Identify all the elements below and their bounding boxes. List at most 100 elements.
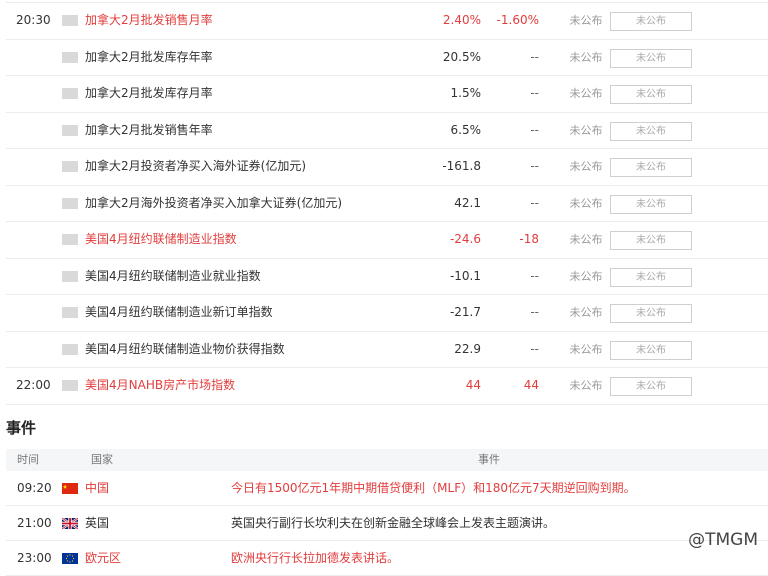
indicator-row[interactable]: 加拿大2月投资者净买入海外证券(亿加元) -161.8 -- 未公布 未公布 (6, 149, 768, 186)
indicator-name[interactable]: 美国4月纽约联储制造业物价获得指数 (85, 332, 285, 368)
indicator-row[interactable]: 加拿大2月批发库存年率 20.5% -- 未公布 未公布 (6, 40, 768, 76)
uk-flag-icon (62, 518, 78, 529)
indicator-row[interactable]: 20:30 加拿大2月批发销售月率 2.40% -1.60% 未公布 未公布 (6, 2, 768, 40)
release-time (16, 40, 56, 76)
indicator-previous: -18 (519, 232, 539, 246)
indicator-name[interactable]: 美国4月NAHB房产市场指数 (85, 368, 235, 404)
publish-status: 未公布 (569, 87, 603, 100)
event-description[interactable]: 今日有1500亿元1年期中期借贷便利（MLF）和180亿元7天期逆回购到期。 (231, 471, 636, 505)
indicator-row[interactable]: 加拿大2月批发库存月率 1.5% -- 未公布 未公布 (6, 76, 768, 113)
release-time: 22:00 (16, 378, 51, 392)
event-country: 中国 (85, 481, 110, 495)
event-country: 英国 (85, 516, 110, 530)
flag-placeholder-icon (62, 51, 78, 63)
event-row[interactable]: 21:00 英国 英国央行副行长坎利夫在创新金融全球峰会上发表主题演讲。 (6, 506, 768, 541)
event-time: 23:00 (17, 551, 52, 565)
indicator-value: -161.8 (442, 159, 481, 173)
indicator-name[interactable]: 加拿大2月批发库存月率 (85, 76, 213, 112)
china-flag-icon (62, 483, 78, 494)
indicator-row[interactable]: 加拿大2月批发销售年率 6.5% -- 未公布 未公布 (6, 113, 768, 149)
indicator-row[interactable]: 美国4月纽约联储制造业物价获得指数 22.9 -- 未公布 未公布 (6, 332, 768, 368)
flag-placeholder-icon (62, 88, 78, 99)
indicator-name[interactable]: 美国4月纽约联储制造业新订单指数 (85, 295, 273, 331)
indicator-value: 44 (465, 378, 481, 392)
publish-status-button[interactable]: 未公布 (610, 267, 692, 287)
publish-status: 未公布 (569, 196, 603, 210)
release-time (16, 113, 56, 149)
indicator-value: 2.40% (442, 13, 481, 27)
release-time (16, 332, 56, 368)
publish-status-button[interactable]: 未公布 (610, 231, 692, 250)
indicator-name[interactable]: 加拿大2月海外投资者净买入加拿大证券(亿加元) (85, 186, 342, 222)
indicator-name[interactable]: 加拿大2月批发库存年率 (85, 40, 213, 76)
indicator-row[interactable]: 美国4月纽约联储制造业新订单指数 -21.7 -- 未公布 未公布 (6, 295, 768, 332)
indicator-value: 42.1 (454, 195, 481, 210)
publish-status: 未公布 (569, 14, 603, 27)
publish-status-button[interactable]: 未公布 (610, 194, 692, 214)
events-table-header: 时间 国家 事件 (6, 449, 768, 471)
eu-flag-icon (62, 553, 78, 564)
indicator-table: 20:30 加拿大2月批发销售月率 2.40% -1.60% 未公布 未公布 加… (6, 2, 768, 405)
flag-placeholder-icon (62, 343, 78, 355)
indicator-value: -24.6 (449, 232, 481, 246)
publish-status-button[interactable]: 未公布 (610, 340, 692, 360)
indicator-previous: -- (530, 86, 539, 100)
watermark: @TMGM (688, 530, 758, 550)
event-description[interactable]: 欧洲央行行长拉加德发表讲话。 (231, 541, 399, 575)
indicator-row[interactable]: 22:00 美国4月NAHB房产市场指数 44 44 未公布 未公布 (6, 368, 768, 405)
publish-status: 未公布 (569, 50, 603, 64)
publish-status: 未公布 (569, 342, 603, 356)
publish-status-button[interactable]: 未公布 (610, 12, 692, 31)
event-row[interactable]: 23:00 欧元区 欧洲央行行长拉加德发表讲话。 (6, 541, 768, 576)
flag-placeholder-icon (62, 15, 78, 26)
release-time (16, 149, 56, 185)
flag-placeholder-icon (62, 270, 78, 282)
indicator-row[interactable]: 美国4月纽约联储制造业指数 -24.6 -18 未公布 未公布 (6, 222, 768, 259)
indicator-name[interactable]: 美国4月纽约联储制造业指数 (85, 222, 237, 258)
publish-status: 未公布 (569, 160, 603, 173)
release-time (16, 76, 56, 112)
indicator-row[interactable]: 美国4月纽约联储制造业就业指数 -10.1 -- 未公布 未公布 (6, 259, 768, 295)
indicator-previous: -- (530, 268, 539, 283)
indicator-value: -21.7 (449, 305, 481, 319)
indicator-previous: 44 (523, 378, 539, 392)
publish-status: 未公布 (569, 269, 603, 283)
event-time: 21:00 (17, 516, 52, 530)
flag-placeholder-icon (62, 234, 78, 245)
flag-placeholder-icon (62, 197, 78, 209)
indicator-previous: -- (530, 49, 539, 64)
indicator-previous: -- (530, 305, 539, 319)
publish-status-button[interactable]: 未公布 (610, 85, 692, 104)
publish-status-button[interactable]: 未公布 (610, 48, 692, 68)
indicator-name[interactable]: 加拿大2月批发销售月率 (85, 3, 213, 39)
events-section-title: 事件 (6, 419, 37, 437)
publish-status-button[interactable]: 未公布 (610, 158, 692, 177)
flag-placeholder-icon (62, 124, 78, 136)
publish-status: 未公布 (569, 123, 603, 137)
indicator-row[interactable]: 加拿大2月海外投资者净买入加拿大证券(亿加元) 42.1 -- 未公布 未公布 (6, 186, 768, 222)
indicator-value: 22.9 (454, 341, 481, 356)
indicator-value: -10.1 (449, 268, 481, 283)
publish-status-button[interactable]: 未公布 (610, 121, 692, 141)
publish-status-button[interactable]: 未公布 (610, 377, 692, 396)
indicator-previous: -- (530, 341, 539, 356)
event-row[interactable]: 09:20 中国 今日有1500亿元1年期中期借贷便利（MLF）和180亿元7天… (6, 471, 768, 506)
indicator-name[interactable]: 加拿大2月投资者净买入海外证券(亿加元) (85, 149, 306, 185)
indicator-value: 1.5% (450, 86, 482, 100)
header-country: 国家 (91, 453, 113, 466)
release-time (16, 259, 56, 295)
event-description[interactable]: 英国央行副行长坎利夫在创新金融全球峰会上发表主题演讲。 (231, 506, 555, 540)
indicator-name[interactable]: 加拿大2月批发销售年率 (85, 113, 213, 149)
publish-status-button[interactable]: 未公布 (610, 304, 692, 323)
publish-status: 未公布 (569, 233, 603, 246)
indicator-name[interactable]: 美国4月纽约联储制造业就业指数 (85, 259, 261, 295)
event-time: 09:20 (17, 481, 52, 495)
flag-placeholder-icon (62, 380, 78, 391)
release-time (16, 222, 56, 258)
indicator-previous: -- (530, 159, 539, 173)
events-table: 时间 国家 事件 09:20 中国 今日有1500亿元1年期中期借贷便利（MLF… (6, 449, 768, 576)
indicator-value: 6.5% (450, 122, 482, 137)
indicator-previous: -- (530, 195, 539, 210)
flag-placeholder-icon (62, 161, 78, 172)
release-time (16, 295, 56, 331)
